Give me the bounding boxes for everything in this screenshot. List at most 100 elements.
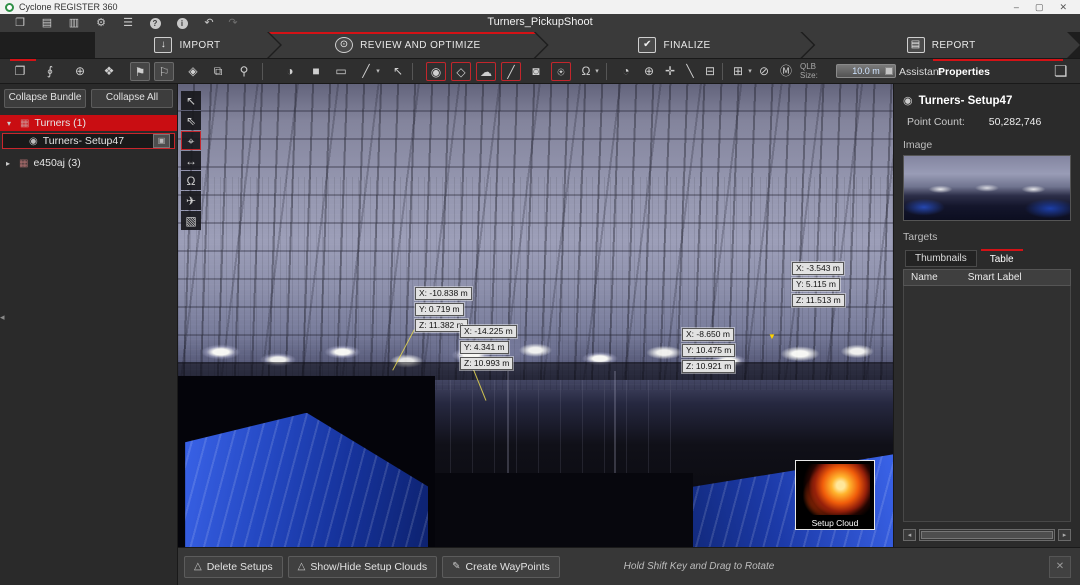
setup-cluster-icon[interactable]: ⊞ (728, 62, 748, 81)
tab-table[interactable]: Table (981, 249, 1023, 267)
tag-tool-icon[interactable]: ◈ (183, 62, 203, 81)
zoom-region-icon[interactable]: ⚲ (234, 62, 254, 81)
show-targets-toggle-icon[interactable]: ◉ (426, 62, 446, 81)
setup-cloud-minimap[interactable]: Setup Cloud (795, 460, 875, 530)
fly-navigation-tool[interactable]: ✈ (181, 191, 201, 210)
measure-distance-tool[interactable]: ↔ (181, 151, 201, 170)
cube-view-tool[interactable]: ▧ (181, 211, 201, 230)
measure-tool-icon[interactable]: ╱ (356, 62, 376, 81)
cloud-color-icon[interactable]: ◔ (616, 62, 636, 81)
point-count-label: Point Count: (907, 116, 965, 128)
qlb-mode-icon[interactable]: Ⓜ (776, 62, 796, 81)
show-hide-setup-clouds-button[interactable]: △ Show/Hide Setup Clouds (288, 556, 437, 578)
targets-table-body[interactable] (903, 286, 1071, 522)
paperclip-icon[interactable]: ∮ (40, 62, 60, 81)
draw-line-icon[interactable]: ╲ (680, 62, 700, 81)
tab-thumbnails[interactable]: Thumbnails (905, 250, 977, 267)
rotate-hint-text: Hold Shift Key and Drag to Rotate (539, 561, 859, 572)
measurement-y: Y: 4.341 m (460, 341, 509, 354)
select-cursor-tool[interactable]: ↖ (181, 91, 201, 110)
show-waypoints-toggle-icon[interactable]: ⍟ (551, 62, 571, 81)
truslicer-icon[interactable]: ⊟ (700, 62, 720, 81)
qlb-optimize-icon[interactable]: ⊘ (754, 62, 774, 81)
workflow-steps: ↓ IMPORT ⊙ REVIEW AND OPTIMIZE ✔ FINALIZ… (0, 32, 1080, 58)
panel-collapse-arrow-icon[interactable]: ◂ (0, 312, 5, 323)
bundle-view-toggle-icon[interactable]: ⚑ (130, 62, 150, 81)
panel-layout-icon[interactable]: ❏ (1054, 62, 1067, 80)
scrollbar-track[interactable] (919, 529, 1055, 541)
qlb-size-value: 10.0 m (852, 66, 880, 76)
bundle-view-toggle2-icon[interactable]: ⚐ (154, 62, 174, 81)
show-clouds-toggle-icon[interactable]: ☁ (476, 62, 496, 81)
setup-header: ◉ Turners- Setup47 (903, 94, 1071, 107)
expand-caret-icon[interactable]: ▾ (7, 119, 15, 128)
setup-icon: ◉ (29, 136, 38, 147)
pan-tool[interactable]: ⌖ (181, 131, 201, 150)
targets-section-label: Targets (903, 231, 1071, 243)
project-files-icon[interactable]: ❐ (10, 62, 30, 81)
bundle-icon: ▦ (19, 158, 28, 169)
qlb-slider-handle[interactable] (885, 67, 893, 75)
globe-icon[interactable]: ⊕ (70, 62, 90, 81)
measure-dropdown-caret-icon[interactable]: ▾ (374, 67, 382, 75)
show-measures-toggle-icon[interactable]: ╱ (501, 62, 521, 81)
horizontal-scrollbar: ◂ ▸ (903, 529, 1071, 541)
project-title: Turners_PickupShoot (0, 16, 1080, 28)
scrollbar-thumb[interactable] (921, 531, 1053, 539)
window-controls: – ▢ ✕ (1014, 2, 1075, 13)
workflow-step-label: FINALIZE (663, 40, 710, 51)
minimize-button[interactable]: – (1014, 2, 1019, 13)
scroll-right-icon[interactable]: ▸ (1058, 529, 1071, 541)
workflow-step-review-and-optimize[interactable]: ⊙ REVIEW AND OPTIMIZE (269, 32, 547, 58)
workflow-step-finalize[interactable]: ✔ FINALIZE (536, 32, 814, 58)
setup-cloud-label: Setup Cloud (796, 518, 874, 528)
toolbar-separator (606, 63, 607, 80)
collapse-bundle-button[interactable]: Collapse Bundle (4, 89, 86, 108)
setup-image-chip-icon[interactable]: ▣ (153, 134, 170, 148)
button-label: Create WayPoints (466, 561, 550, 573)
point-cloud-viewport[interactable]: ↖ ⇖ ⌖ ↔ Ω ✈ ▧ ▼ X: -10.838 m Y: 0.719 m … (178, 84, 893, 547)
tree-item-bundle-e450aj[interactable]: ▸ ▦ e450aj (3) (2, 155, 175, 171)
pick-point-tool[interactable]: ⇖ (181, 111, 201, 130)
setup-view-tool[interactable]: Ω (181, 171, 201, 190)
workflow-step-import[interactable]: ↓ IMPORT (95, 32, 280, 58)
scroll-left-icon[interactable]: ◂ (903, 529, 916, 541)
main-toolbar: ❐ ∮ ⊕ ❖ ⚑ ⚐ ◈ ⧉ ⚲ ◑ ■ ▭ ╱ ▾ ↖ ◉ ◇ ☁ ╱ ◙ … (0, 58, 1080, 84)
qlb-size-slider[interactable]: 10.0 m (836, 64, 896, 78)
cluster-dropdown-caret-icon[interactable]: ▾ (746, 67, 754, 75)
close-button[interactable]: ✕ (1059, 2, 1067, 13)
cyclone-register-window: { "window": { "title": "Cyclone REGISTER… (0, 0, 1080, 585)
follow-dropdown-caret-icon[interactable]: ▾ (593, 67, 601, 75)
tripod-icon: △ (298, 561, 306, 572)
add-target-icon[interactable]: ⊕ (639, 62, 659, 81)
show-images-toggle-icon[interactable]: ◙ (526, 62, 546, 81)
delete-setups-button[interactable]: △ Delete Setups (184, 556, 283, 578)
layers-icon[interactable]: ⧉ (208, 62, 228, 81)
measurement-x: X: -14.225 m (460, 325, 517, 338)
tab-assistant[interactable]: Assistant (899, 66, 942, 78)
workflow-step-report[interactable]: ▤ REPORT (802, 32, 1080, 58)
colorize-icon[interactable]: ◑ (280, 62, 300, 81)
maximize-button[interactable]: ▢ (1035, 2, 1044, 13)
pick-cursor-icon[interactable]: ↖ (388, 62, 408, 81)
dismiss-hint-button[interactable]: ✕ (1049, 556, 1071, 578)
collapsed-caret-icon[interactable]: ▸ (6, 159, 14, 168)
point-count-row: Point Count: 50,282,746 (903, 116, 1071, 128)
column-smart-label: Smart Label (968, 272, 1022, 283)
move-axes-icon[interactable]: ✛ (660, 62, 680, 81)
tree-item-setup47[interactable]: ◉ Turners- Setup47 ▣ (2, 133, 175, 149)
panorama-thumbnail[interactable] (903, 155, 1071, 221)
selection-icon[interactable]: ■ (306, 62, 326, 81)
images-icon[interactable]: ❖ (99, 62, 119, 81)
tab-properties[interactable]: Properties (938, 66, 990, 78)
measurement-label-group: X: -14.225 m Y: 4.341 m Z: 10.993 m (460, 325, 517, 373)
setup-icon: ◉ (903, 94, 913, 107)
collapse-all-button[interactable]: Collapse All (91, 89, 173, 108)
show-labels-toggle-icon[interactable]: ◇ (451, 62, 471, 81)
measurement-y: Y: 10.475 m (682, 344, 735, 357)
measurement-x: X: -8.650 m (682, 328, 734, 341)
panorama-icon[interactable]: ▭ (331, 62, 351, 81)
measurement-z: Z: 11.513 m (792, 294, 845, 307)
bottom-action-bar: △ Delete Setups △ Show/Hide Setup Clouds… (178, 547, 1080, 585)
tree-item-bundle-turners[interactable]: ▾ ▦ Turners (1) (0, 115, 177, 131)
